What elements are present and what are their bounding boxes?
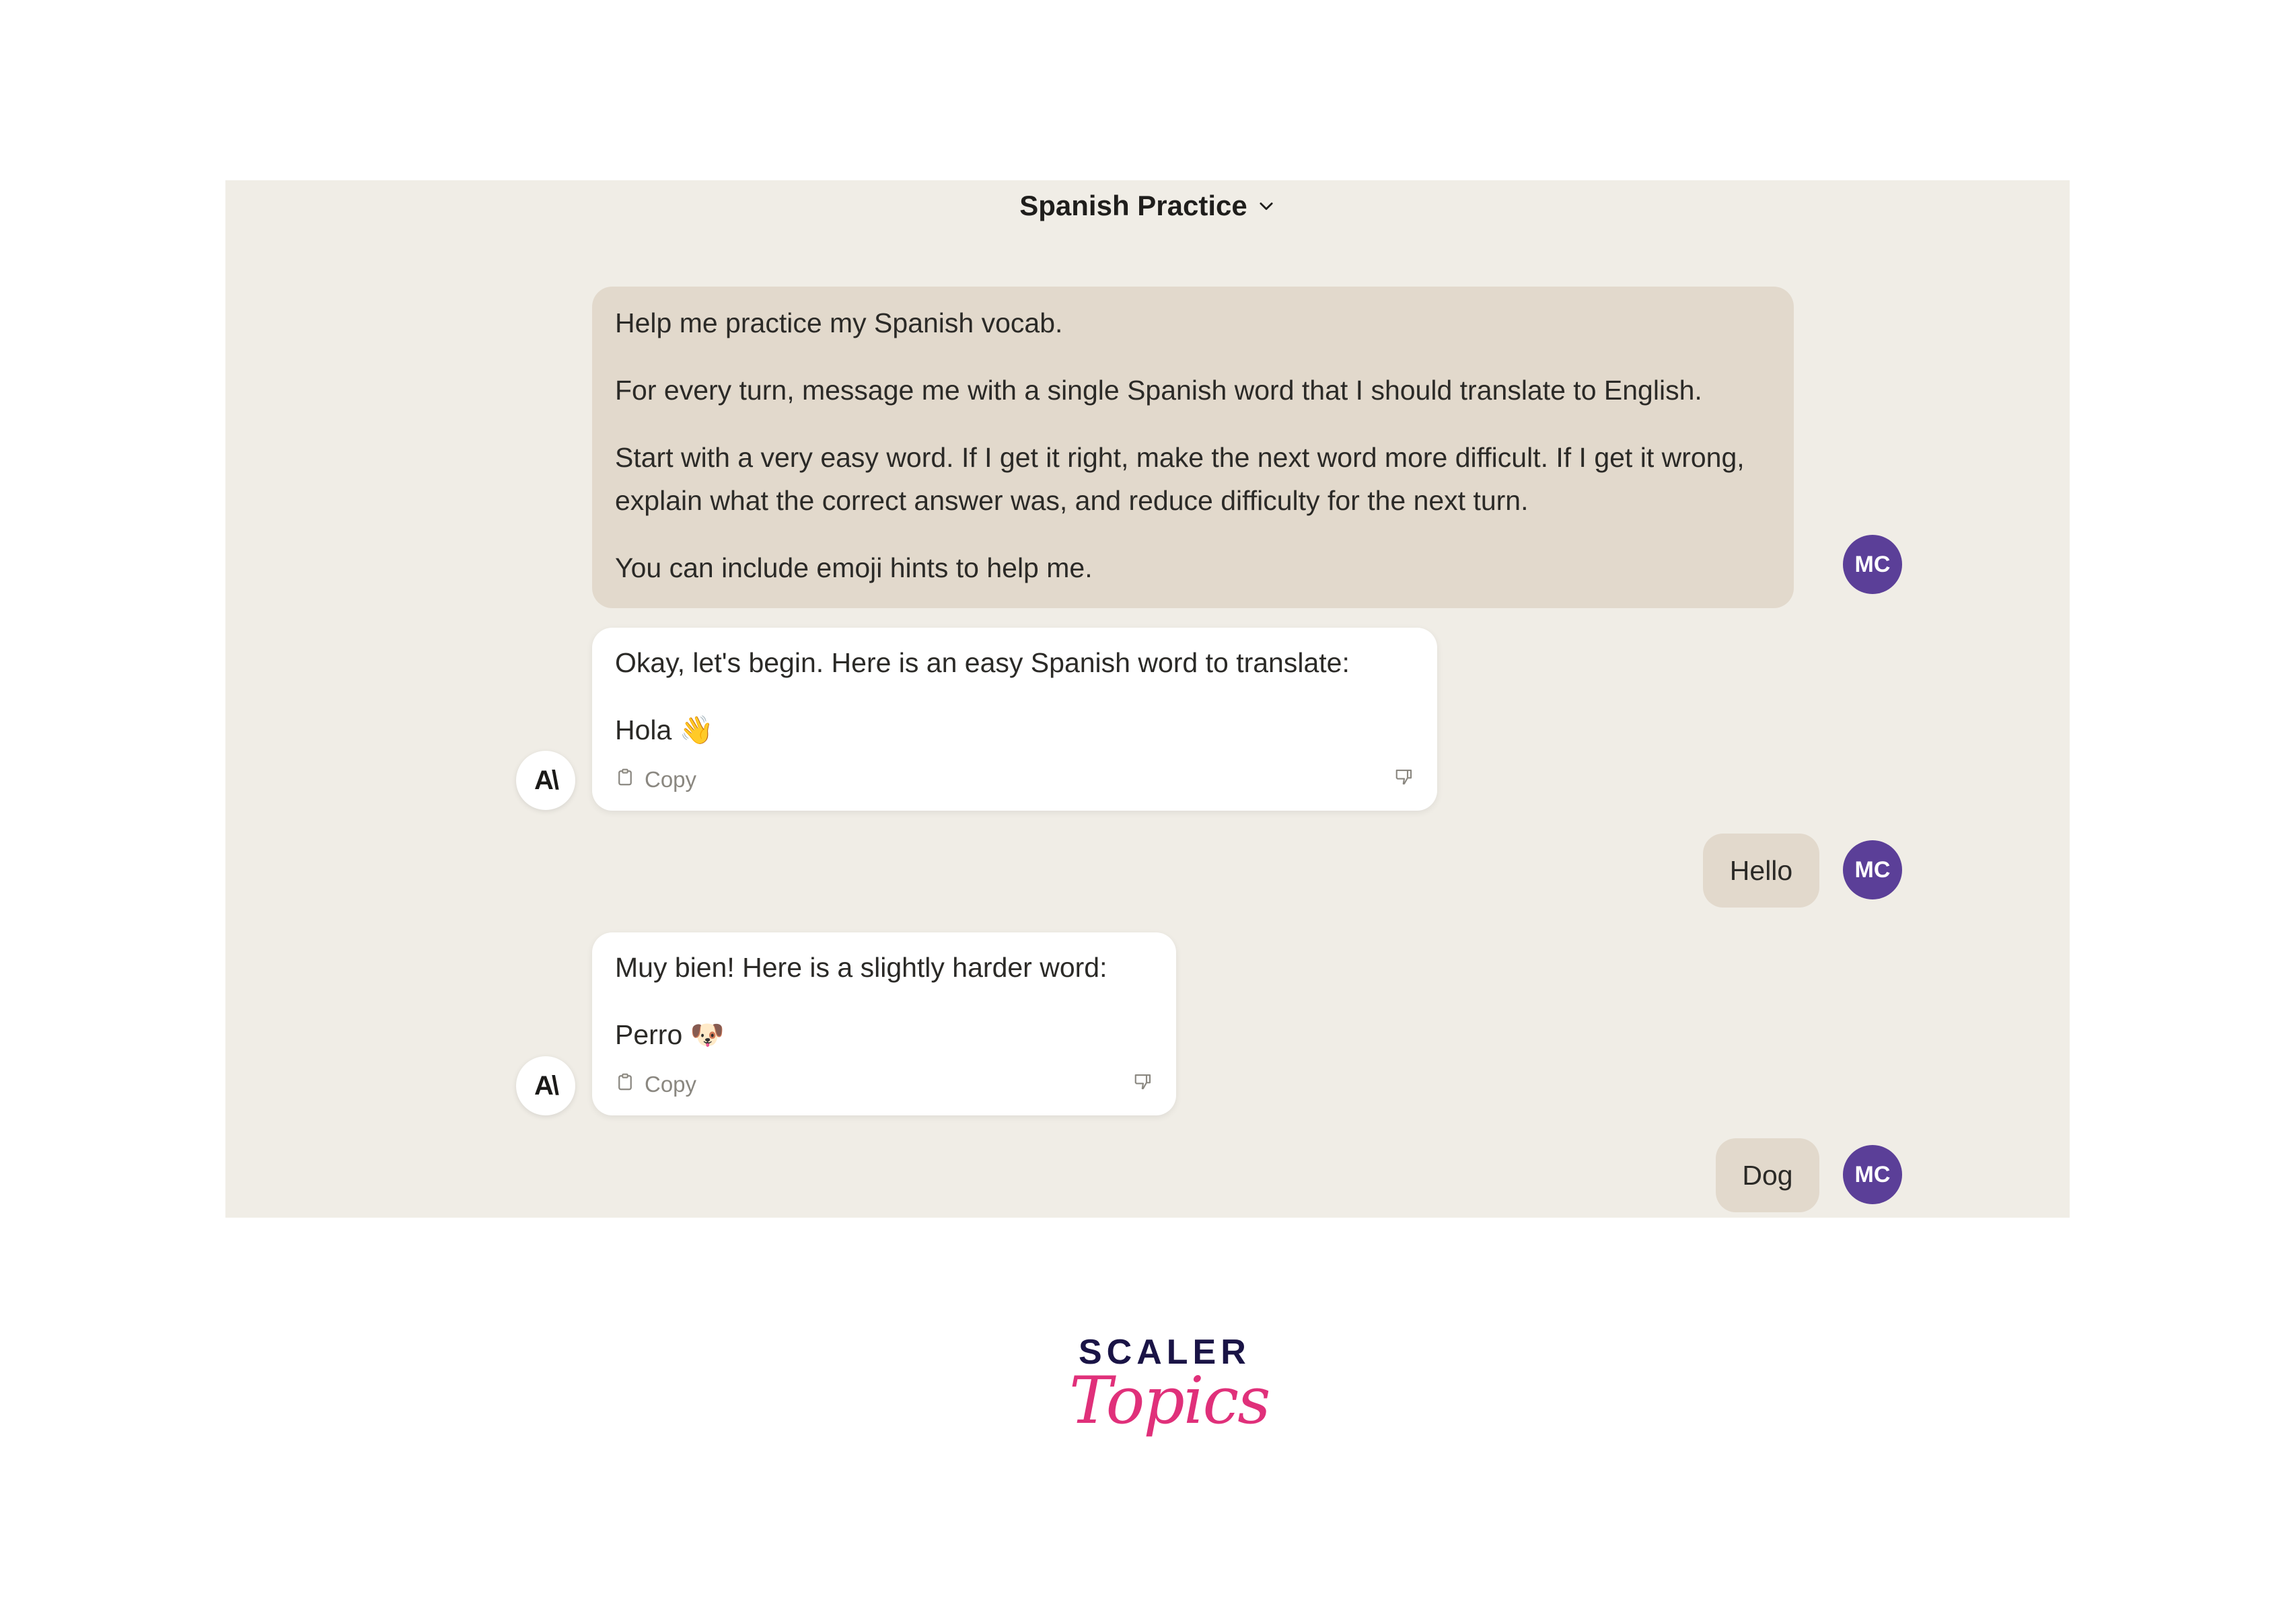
message-paragraph: For every turn, message me with a single… [615, 375, 1702, 406]
message-paragraph: Start with a very easy word. If I get it… [615, 442, 1745, 516]
assistant-logo: A\ [534, 1070, 559, 1101]
clipboard-icon [615, 1063, 635, 1106]
chat-header: Spanish Practice [225, 180, 2070, 288]
copy-label: Copy [645, 1072, 697, 1097]
conversation-title: Spanish Practice [1019, 190, 1247, 221]
conversation-title-button[interactable]: Spanish Practice [1019, 190, 1275, 222]
thumbs-down-button[interactable] [1394, 758, 1414, 801]
copy-button[interactable]: Copy [615, 758, 696, 801]
assistant-avatar: A\ [516, 751, 575, 810]
clipboard-icon [615, 758, 635, 801]
user-avatar: MC [1843, 535, 1902, 594]
assistant-message: Muy bien! Here is a slightly harder word… [592, 932, 1176, 1115]
assistant-avatar: A\ [516, 1056, 575, 1115]
user-avatar: MC [1843, 840, 1902, 899]
message-text: Dog [1742, 1160, 1793, 1191]
message-paragraph: You can include emoji hints to help me. [615, 552, 1093, 583]
user-message: Dog [1716, 1138, 1819, 1212]
thumbs-down-button[interactable] [1133, 1063, 1153, 1106]
copy-label: Copy [645, 767, 697, 792]
message-paragraph: Muy bien! Here is a slightly harder word… [615, 952, 1107, 983]
chevron-down-icon [1257, 190, 1276, 222]
message-paragraph: Perro 🐶 [615, 1019, 725, 1050]
chat-panel: Spanish Practice Help me practice my Spa… [225, 180, 2070, 1218]
message-actions: Copy [615, 765, 1414, 795]
message-paragraph: Help me practice my Spanish vocab. [615, 307, 1063, 338]
user-avatar: MC [1843, 1145, 1902, 1204]
assistant-logo: A\ [534, 765, 559, 795]
logo-line-topics: Topics [1069, 1363, 1271, 1438]
message-text: Hello [1729, 855, 1793, 886]
avatar-initials: MC [1854, 551, 1891, 577]
message-paragraph: Okay, let's begin. Here is an easy Spani… [615, 647, 1350, 678]
assistant-message: Okay, let's begin. Here is an easy Spani… [592, 628, 1437, 811]
thumbs-down-icon [1394, 758, 1414, 801]
user-message: Hello [1703, 834, 1819, 908]
scaler-topics-logo: SCALER Topics [1065, 1332, 1271, 1480]
message-actions: Copy [615, 1070, 1153, 1099]
avatar-initials: MC [1854, 1161, 1891, 1187]
avatar-initials: MC [1854, 856, 1891, 883]
message-paragraph: Hola 👋 [615, 714, 714, 745]
user-message: Help me practice my Spanish vocab. For e… [592, 287, 1794, 608]
copy-button[interactable]: Copy [615, 1063, 696, 1106]
thumbs-down-icon [1133, 1063, 1153, 1106]
